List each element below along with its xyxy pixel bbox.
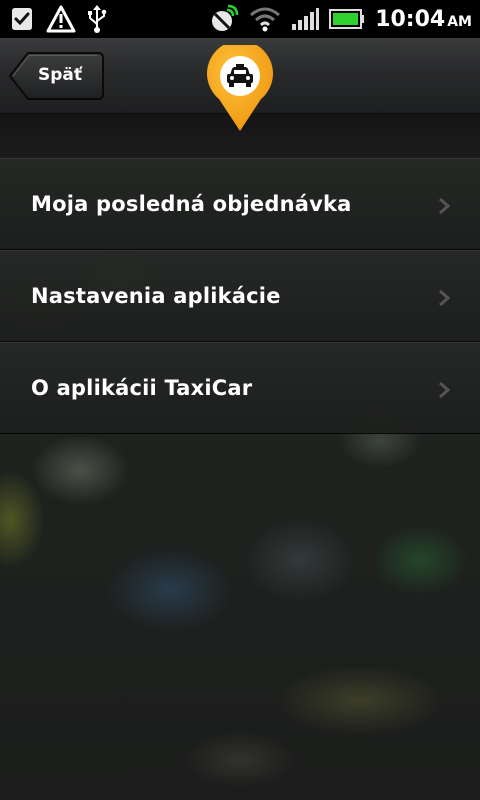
back-label: Späť (38, 65, 83, 85)
menu-item-app-settings[interactable]: Nastavenia aplikácie (0, 250, 480, 342)
chevron-right-icon (439, 197, 450, 215)
no-signal-satellite-icon (209, 4, 239, 34)
settings-menu: Moja posledná objednávka Nastavenia apli… (0, 158, 480, 434)
clock: 10:04 AM (375, 7, 472, 32)
clock-time: 10:04 (375, 6, 446, 32)
status-bar: 10:04 AM (0, 0, 480, 38)
clock-ampm: AM (447, 13, 472, 30)
cell-signal-icon (291, 7, 320, 31)
checkmark-icon (8, 6, 36, 32)
menu-item-label: Nastavenia aplikácie (31, 284, 281, 308)
back-button[interactable]: Späť (8, 50, 106, 102)
menu-item-label: Moja posledná objednávka (31, 192, 352, 216)
taxi-pin-icon (205, 40, 275, 133)
menu-item-about-app[interactable]: O aplikácii TaxiCar (0, 342, 480, 434)
usb-icon (86, 4, 108, 34)
battery-icon (329, 9, 365, 29)
menu-item-last-order[interactable]: Moja posledná objednávka (0, 158, 480, 250)
warning-icon (46, 5, 76, 33)
menu-item-label: O aplikácii TaxiCar (31, 376, 253, 400)
chevron-right-icon (439, 289, 450, 307)
wifi-icon (249, 6, 281, 32)
chevron-right-icon (439, 381, 450, 399)
